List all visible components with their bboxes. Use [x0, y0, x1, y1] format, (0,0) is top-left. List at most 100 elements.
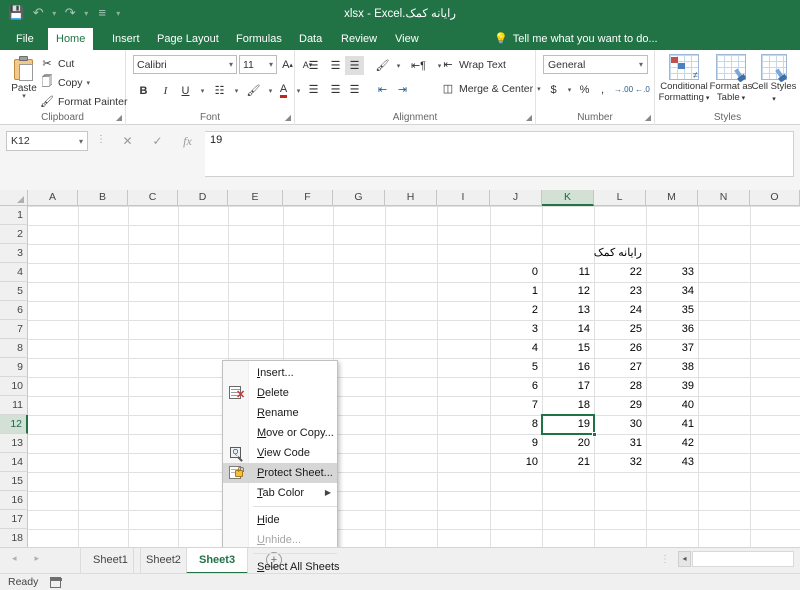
- context-menu-item-delete[interactable]: ✕ Delete: [223, 383, 337, 403]
- row-header-8[interactable]: 8: [0, 339, 28, 358]
- tab-page-layout[interactable]: Page Layout: [149, 28, 227, 50]
- cell-K8[interactable]: 15: [542, 339, 594, 358]
- cell-L3[interactable]: رایانه کمک: [594, 244, 646, 263]
- cell-L11[interactable]: 29: [594, 396, 646, 415]
- decrease-decimal-icon[interactable]: ←.0: [633, 80, 652, 99]
- format-painter-button[interactable]: 🖌 Format Painter: [40, 93, 127, 110]
- scroll-left-icon[interactable]: ◂: [678, 551, 691, 567]
- cell-L10[interactable]: 28: [594, 377, 646, 396]
- align-middle-icon[interactable]: ☰: [326, 56, 345, 75]
- cell-K11[interactable]: 18: [542, 396, 594, 415]
- context-menu-item-tab-color[interactable]: Tab Color ▶: [223, 483, 337, 503]
- context-menu-item-view-code[interactable]: Q View Code: [223, 443, 337, 463]
- cell-J14[interactable]: 10: [490, 453, 542, 472]
- row-header-18[interactable]: 18: [0, 529, 28, 547]
- increase-decimal-icon[interactable]: →.00: [614, 80, 633, 99]
- column-header-j[interactable]: J: [490, 190, 542, 206]
- font-name-dropdown-icon[interactable]: ▾: [229, 60, 233, 69]
- row-header-13[interactable]: 13: [0, 434, 28, 453]
- column-header-e[interactable]: E: [228, 190, 283, 206]
- bold-button[interactable]: B: [134, 81, 153, 100]
- merge-center-button[interactable]: ◫ Merge & Center ▾: [441, 80, 541, 97]
- row-header-17[interactable]: 17: [0, 510, 28, 529]
- cell-J4[interactable]: 0: [490, 263, 542, 282]
- cell-J8[interactable]: 4: [490, 339, 542, 358]
- tell-me-box[interactable]: 💡 Tell me what you want to do...: [494, 28, 658, 50]
- context-menu-item-move-or-copy[interactable]: Move or Copy...: [223, 423, 337, 443]
- select-all-corner[interactable]: [0, 190, 28, 206]
- tab-formulas[interactable]: Formulas: [228, 28, 290, 50]
- insert-function-icon[interactable]: fx: [178, 132, 197, 150]
- row-header-5[interactable]: 5: [0, 282, 28, 301]
- column-header-o[interactable]: O: [750, 190, 800, 206]
- context-menu-item-hide[interactable]: Hide: [223, 510, 337, 530]
- cell-K5[interactable]: 12: [542, 282, 594, 301]
- cell-K9[interactable]: 16: [542, 358, 594, 377]
- cell-L7[interactable]: 25: [594, 320, 646, 339]
- align-left-icon[interactable]: ☰: [304, 80, 323, 99]
- cell-K7[interactable]: 14: [542, 320, 594, 339]
- cell-J9[interactable]: 5: [490, 358, 542, 377]
- cell-J10[interactable]: 6: [490, 377, 542, 396]
- tab-file[interactable]: File: [8, 28, 42, 50]
- copy-button[interactable]: 🗍 Copy ▾: [40, 74, 91, 91]
- cell-J13[interactable]: 9: [490, 434, 542, 453]
- nav-first-sheet-icon[interactable]: ◂: [12, 553, 17, 564]
- cell-K4[interactable]: 11: [542, 263, 594, 282]
- cell-M6[interactable]: 35: [646, 301, 698, 320]
- column-header-n[interactable]: N: [698, 190, 750, 206]
- cell-L5[interactable]: 23: [594, 282, 646, 301]
- cancel-icon[interactable]: ✕: [118, 132, 137, 150]
- column-header-f[interactable]: F: [283, 190, 333, 206]
- cut-button[interactable]: ✂ Cut: [40, 55, 74, 72]
- tab-home[interactable]: Home: [48, 28, 94, 50]
- tab-review[interactable]: Review: [333, 28, 385, 50]
- column-header-l[interactable]: L: [594, 190, 646, 206]
- sheet-nav-buttons[interactable]: ◂ ▸: [12, 553, 39, 564]
- cell-K13[interactable]: 20: [542, 434, 594, 453]
- column-header-d[interactable]: D: [178, 190, 228, 206]
- formula-bar-grip[interactable]: ⋮: [96, 134, 106, 145]
- cell-K6[interactable]: 13: [542, 301, 594, 320]
- row-header-14[interactable]: 14: [0, 453, 28, 472]
- name-box[interactable]: K12 ▾: [6, 131, 88, 151]
- fill-handle[interactable]: [592, 432, 597, 437]
- cell-M4[interactable]: 33: [646, 263, 698, 282]
- nav-last-sheet-icon[interactable]: ▸: [35, 553, 40, 564]
- column-header-b[interactable]: B: [78, 190, 128, 206]
- comma-button[interactable]: ,: [593, 80, 612, 99]
- row-header-3[interactable]: 3: [0, 244, 28, 263]
- sheet-tab-sheet2[interactable]: Sheet2: [133, 548, 194, 574]
- cell-J5[interactable]: 1: [490, 282, 542, 301]
- cell-L6[interactable]: 24: [594, 301, 646, 320]
- cell-K14[interactable]: 21: [542, 453, 594, 472]
- tab-insert[interactable]: Insert: [104, 28, 148, 50]
- tab-view[interactable]: View: [387, 28, 427, 50]
- paste-button[interactable]: Paste ▾: [6, 54, 42, 110]
- font-size-dropdown-icon[interactable]: ▾: [269, 60, 273, 69]
- name-box-dropdown-icon[interactable]: ▾: [79, 137, 83, 146]
- enter-icon[interactable]: ✓: [148, 132, 167, 150]
- cell-J11[interactable]: 7: [490, 396, 542, 415]
- align-bottom-icon[interactable]: ☰: [345, 56, 364, 75]
- formula-input[interactable]: 19: [205, 131, 794, 177]
- row-header-11[interactable]: 11: [0, 396, 28, 415]
- cell-M7[interactable]: 36: [646, 320, 698, 339]
- copy-dropdown-icon[interactable]: ▾: [87, 79, 91, 87]
- cell-L12[interactable]: 30: [594, 415, 646, 434]
- decrease-indent-icon[interactable]: ⇤: [373, 80, 392, 99]
- row-header-15[interactable]: 15: [0, 472, 28, 491]
- number-format-select[interactable]: General ▾: [543, 55, 648, 74]
- row-header-6[interactable]: 6: [0, 301, 28, 320]
- cell-L8[interactable]: 26: [594, 339, 646, 358]
- cell-M5[interactable]: 34: [646, 282, 698, 301]
- number-format-dropdown-icon[interactable]: ▾: [639, 60, 643, 69]
- row-header-12[interactable]: 12: [0, 415, 28, 434]
- cell-styles-button[interactable]: Cell Styles ▾: [751, 53, 797, 111]
- orientation-dropdown-icon[interactable]: ▾: [389, 56, 408, 75]
- row-header-16[interactable]: 16: [0, 491, 28, 510]
- cell-M9[interactable]: 38: [646, 358, 698, 377]
- context-menu-item-select-all-sheets[interactable]: Select All Sheets: [223, 557, 340, 577]
- column-header-g[interactable]: G: [333, 190, 385, 206]
- context-menu-item-rename[interactable]: Rename: [223, 403, 337, 423]
